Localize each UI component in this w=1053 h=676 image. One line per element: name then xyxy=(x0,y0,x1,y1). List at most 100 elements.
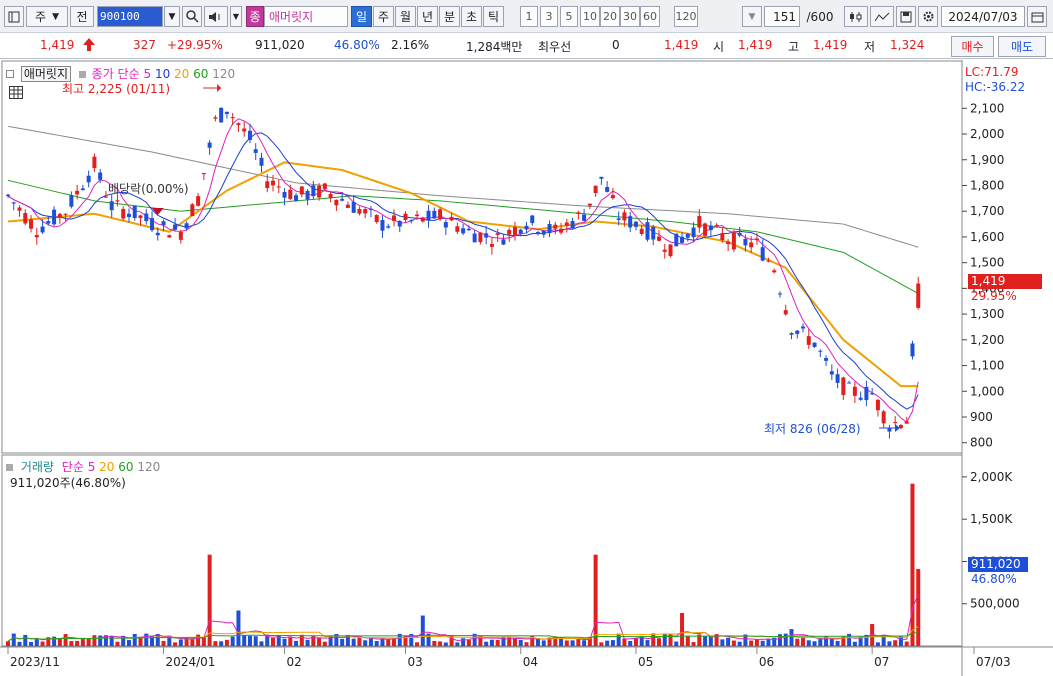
line-draw-icon[interactable] xyxy=(870,6,894,27)
volume-title: 거래량 xyxy=(20,460,54,474)
volume-bar xyxy=(616,633,621,646)
name-badge: 종 xyxy=(246,6,264,27)
tab-period-1[interactable]: 주 xyxy=(373,6,394,27)
tab-interval-3[interactable]: 3 xyxy=(540,6,558,27)
volume-bar xyxy=(155,633,160,646)
volume-bar xyxy=(633,638,638,646)
candle-body xyxy=(242,128,247,132)
tab-period-0[interactable]: 일 xyxy=(351,6,372,27)
volume-bar xyxy=(777,634,782,646)
candle-body xyxy=(720,233,725,241)
candle-body xyxy=(167,235,172,238)
tab-period-2[interactable]: 월 xyxy=(395,6,416,27)
tab-period-6[interactable]: 틱 xyxy=(483,6,504,27)
dividend-annotation: 배당락(0.00%) xyxy=(108,180,189,197)
volume-bar xyxy=(610,640,615,646)
tab-interval-1[interactable]: 1 xyxy=(520,6,538,27)
volume-bar xyxy=(288,637,293,646)
candle-body xyxy=(553,224,558,229)
gear-icon[interactable] xyxy=(918,6,938,27)
candle-body xyxy=(11,202,16,204)
buy-button[interactable]: 매수 xyxy=(951,36,994,57)
price-tag-pct: 29.95% xyxy=(971,289,1017,303)
volume-bar xyxy=(783,633,788,646)
count-input[interactable]: 151 xyxy=(764,6,800,27)
volume-bar xyxy=(294,640,299,646)
table-icon[interactable] xyxy=(9,86,23,102)
tab-period-3[interactable]: 년 xyxy=(417,6,438,27)
tab-interval-5[interactable]: 5 xyxy=(560,6,578,27)
volume-bar xyxy=(685,636,690,646)
volume-legend: 거래량 단순 5 20 60 120 xyxy=(6,458,160,475)
volume-bar xyxy=(317,637,322,646)
volume-tag-pct: 46.80% xyxy=(971,572,1017,586)
search-icon[interactable] xyxy=(182,6,202,27)
volume-bar xyxy=(875,642,880,646)
volume-bar xyxy=(904,641,909,646)
trade-amount: 1,284백만 xyxy=(466,40,523,54)
x-tick-label: 03 xyxy=(408,655,423,669)
tab-interval-60[interactable]: 60 xyxy=(640,6,660,27)
candle-body xyxy=(294,195,299,202)
candle-body xyxy=(52,209,57,225)
volume-bar xyxy=(259,641,264,646)
tab-period-5[interactable]: 초 xyxy=(461,6,482,27)
volume-bar xyxy=(801,637,806,646)
date-input[interactable]: 2024/07/03 xyxy=(941,6,1025,27)
speaker-icon[interactable] xyxy=(204,6,228,27)
volume-bar xyxy=(305,639,310,646)
stock-code-input[interactable]: 900100 xyxy=(97,6,163,27)
volume-bar xyxy=(63,634,68,646)
code-dropdown-icon[interactable]: ▼ xyxy=(164,6,180,27)
volume-tick-label: 500,000 xyxy=(970,597,1020,611)
interval-dropdown-icon[interactable]: ▼ xyxy=(742,6,762,27)
volume-bar xyxy=(29,641,34,646)
preferred-label: 최우선 xyxy=(538,40,572,54)
candle-body xyxy=(311,185,316,197)
tab-period-4[interactable]: 분 xyxy=(439,6,460,27)
volume-bar xyxy=(213,641,218,646)
candle-body xyxy=(207,142,212,148)
volume-bar xyxy=(40,641,45,646)
chart-menu-icon[interactable] xyxy=(4,6,24,27)
candle-body xyxy=(6,194,10,196)
volume-bar xyxy=(466,639,471,646)
candle-body xyxy=(910,343,915,357)
volume-bar xyxy=(691,642,696,646)
prev-button[interactable]: 전 xyxy=(70,6,94,27)
market-select[interactable]: 주 ▼ xyxy=(26,6,68,27)
candle-body xyxy=(887,428,892,432)
chart-toolbar: 주 ▼ 전 900100 ▼ ▼ 종 애머릿지 일주월년분초틱 1 3 5 10 20 3… xyxy=(0,0,1053,33)
high-value: 1,419 xyxy=(813,38,848,52)
candle-body xyxy=(824,357,829,361)
tab-interval-10[interactable]: 10 xyxy=(580,6,600,27)
speaker-dropdown-icon[interactable]: ▼ xyxy=(230,6,242,27)
candle-body xyxy=(334,199,339,206)
volume-ma-label: 단순 xyxy=(61,460,84,474)
candle-body xyxy=(299,186,304,195)
ma10-line xyxy=(7,132,919,410)
candle-body xyxy=(518,229,523,234)
tab-interval-30[interactable]: 30 xyxy=(620,6,640,27)
candle-body xyxy=(495,233,500,235)
stock-name-field[interactable]: 애머릿지 xyxy=(264,6,348,27)
price-tick-label: 1,500 xyxy=(970,256,1004,270)
chart-area[interactable]: 2,1002,0001,9001,8001,7001,6001,5001,400… xyxy=(0,60,1053,676)
tab-interval-120[interactable]: 120 xyxy=(674,6,698,27)
save-icon[interactable] xyxy=(896,6,916,27)
candlestick-chart[interactable]: 2,1002,0001,9001,8001,7001,6001,5001,400… xyxy=(0,60,1053,676)
volume-tag: 911,020 xyxy=(968,557,1028,572)
candle-body xyxy=(386,226,391,228)
volume-bar xyxy=(253,636,258,646)
candle-body xyxy=(98,172,103,180)
volume-bar xyxy=(599,642,604,646)
legend-ma120: 120 xyxy=(212,67,236,81)
volume-bar xyxy=(282,638,287,646)
sell-button[interactable]: 매도 xyxy=(998,36,1046,57)
volume-bar xyxy=(57,638,62,646)
calendar-icon[interactable] xyxy=(1027,6,1047,27)
price-tick-label: 2,100 xyxy=(970,101,1004,115)
tab-interval-20[interactable]: 20 xyxy=(600,6,620,27)
candle-type-icon[interactable] xyxy=(844,6,868,27)
candle-body xyxy=(57,213,62,218)
